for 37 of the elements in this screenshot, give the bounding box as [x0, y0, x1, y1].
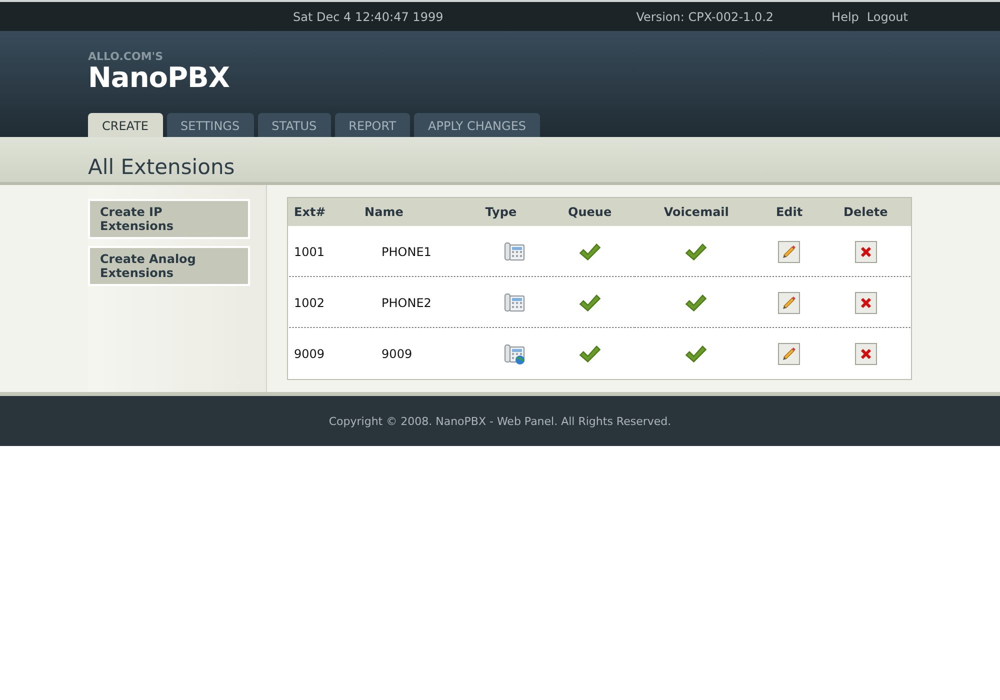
column-header: Edit	[776, 205, 803, 219]
table-cell: 9009	[382, 346, 412, 360]
date-time: Sat Dec 4 12:40:47 1999	[293, 10, 444, 24]
nav-tab[interactable]: SETTINGS	[166, 113, 254, 137]
column-header: Type	[485, 205, 517, 219]
column-header: Delete	[844, 205, 888, 219]
version-text: Version: CPX-002-1.0.2	[636, 10, 774, 24]
pencil-icon	[781, 346, 798, 362]
edit-button[interactable]	[778, 342, 800, 364]
sidebar-link[interactable]: Create Analog Extensions	[88, 246, 250, 286]
table-cell: 1002	[294, 296, 325, 310]
page-title: All Extensions	[88, 154, 236, 179]
column-header: Name	[364, 205, 404, 219]
edit-button[interactable]	[778, 240, 800, 262]
top-link[interactable]: Logout	[866, 10, 908, 24]
table-cell: 9009	[294, 346, 325, 360]
column-header: Voicemail	[664, 205, 729, 219]
edit-button[interactable]	[778, 292, 800, 314]
delete-button[interactable]	[854, 292, 877, 314]
logo-name: NanoPBX	[88, 63, 230, 93]
table-cell: 1001	[294, 244, 325, 258]
column-header: Queue	[568, 205, 612, 219]
delete-button[interactable]	[854, 342, 877, 364]
table-cell: PHONE2	[382, 296, 432, 310]
nav-tab[interactable]: CREATE	[88, 113, 162, 137]
copyright-text: Copyright © 2008. NanoPBX - Web Panel. All Rights Reserved.	[328, 414, 672, 428]
top-link[interactable]: Help	[832, 10, 859, 24]
nav-tab[interactable]: REPORT	[334, 113, 410, 137]
sidebar-link[interactable]: Create IP Extensions	[88, 199, 250, 239]
nav-tab[interactable]: STATUS	[258, 113, 331, 137]
pencil-icon	[781, 294, 798, 310]
table-cell: PHONE1	[382, 244, 432, 258]
pencil-icon	[781, 244, 798, 260]
delete-button[interactable]	[854, 240, 877, 262]
logo-tagline: ALLO.COM'S	[88, 51, 164, 63]
column-header: Ext#	[294, 205, 326, 219]
nav-tab[interactable]: APPLY CHANGES	[414, 113, 540, 137]
